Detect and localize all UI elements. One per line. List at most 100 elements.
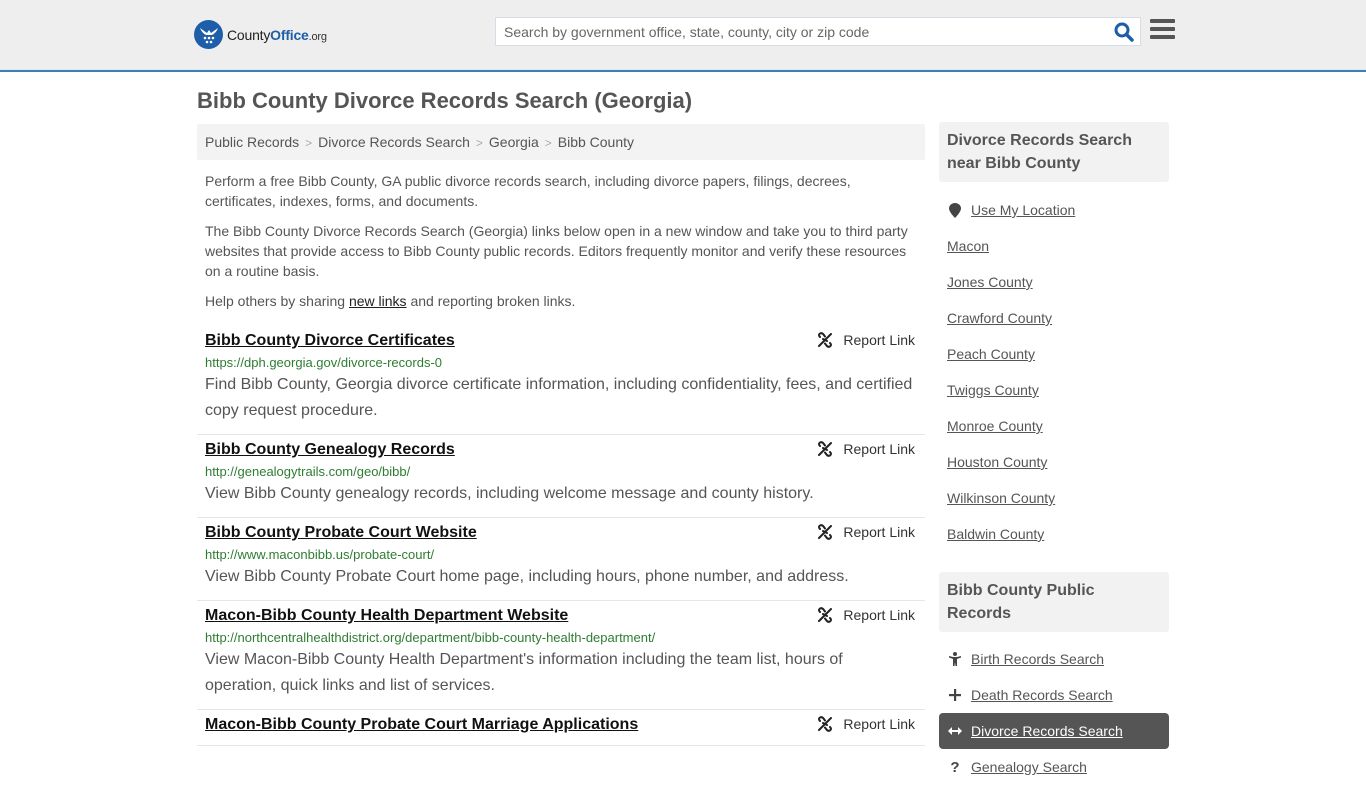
logo-text-office: Office [270, 26, 309, 43]
sidebar-item-birth-records[interactable]: Birth Records Search [939, 641, 1169, 677]
intro-paragraph: The Bibb County Divorce Records Search (… [205, 223, 908, 279]
breadcrumb-public-records[interactable]: Public Records [205, 134, 299, 150]
report-link-label: Report Link [843, 332, 915, 348]
site-logo[interactable]: CountyOffice.org [194, 20, 327, 49]
help-text-before: Help others by sharing [205, 293, 349, 309]
new-links-link[interactable]: new links [349, 293, 407, 309]
report-link-button[interactable]: Report Link [817, 607, 915, 623]
report-link-label: Report Link [843, 441, 915, 457]
result-description: Find Bibb County, Georgia divorce certif… [205, 376, 913, 419]
report-link-label: Report Link [843, 607, 915, 623]
nearby-link-baldwin-county[interactable]: Baldwin County [947, 526, 1044, 542]
result-item: Bibb County Genealogy Records Report Lin… [197, 435, 925, 518]
nearby-item: Twiggs County [939, 372, 1169, 408]
search-button[interactable] [1114, 22, 1134, 42]
hamburger-menu-icon[interactable] [1150, 19, 1175, 41]
result-title-link[interactable]: Bibb County Divorce Certificates [205, 331, 455, 351]
result-title-link[interactable]: Bibb County Probate Court Website [205, 523, 477, 543]
nearby-link-macon[interactable]: Macon [947, 238, 989, 254]
report-link-button[interactable]: Report Link [817, 441, 915, 457]
sidebar-public-records-heading: Bibb County Public Records [939, 572, 1169, 632]
eagle-logo-icon [194, 20, 223, 49]
use-my-location-link[interactable]: Use My Location [971, 202, 1075, 218]
broken-link-icon [818, 524, 833, 540]
result-item: Macon-Bibb County Health Department Webs… [197, 601, 925, 710]
nearby-link-twiggs-county[interactable]: Twiggs County [947, 382, 1039, 398]
result-item: Macon-Bibb County Probate Court Marriage… [197, 710, 925, 746]
report-link-button[interactable]: Report Link [817, 716, 915, 732]
search-bar [495, 17, 1141, 46]
nearby-item: Baldwin County [939, 516, 1169, 552]
breadcrumb-separator-icon: > [305, 136, 313, 150]
nearby-item: Crawford County [939, 300, 1169, 336]
report-link-button[interactable]: Report Link [817, 332, 915, 348]
child-icon [947, 652, 963, 666]
broken-link-icon [818, 332, 833, 348]
result-description: View Bibb County Probate Court home page… [205, 568, 849, 585]
intro-paragraph: Perform a free Bibb County, GA public di… [205, 173, 851, 209]
result-url[interactable]: https://dph.georgia.gov/divorce-records-… [205, 355, 917, 371]
result-url[interactable]: http://www.maconbibb.us/probate-court/ [205, 547, 917, 563]
site-header: CountyOffice.org [0, 0, 1366, 72]
sidebar-nearby: Divorce Records Search near Bibb County … [939, 122, 1169, 552]
question-icon: ? [950, 758, 960, 776]
results-list: Bibb County Divorce Certificates Report … [197, 326, 925, 746]
cross-icon [947, 689, 963, 701]
nearby-link-houston-county[interactable]: Houston County [947, 454, 1047, 470]
result-description: View Macon-Bibb County Health Department… [205, 651, 843, 694]
breadcrumb-divorce-records-search[interactable]: Divorce Records Search [318, 134, 470, 150]
broken-link-icon [818, 441, 833, 457]
search-input[interactable] [496, 18, 1096, 45]
nearby-link-peach-county[interactable]: Peach County [947, 346, 1035, 362]
broken-link-icon [818, 716, 833, 732]
sidebar-item-genealogy[interactable]: ? Genealogy Search [939, 749, 1169, 785]
map-pin-icon [947, 202, 963, 218]
report-link-label: Report Link [843, 524, 915, 540]
nearby-link-jones-county[interactable]: Jones County [947, 274, 1033, 290]
result-title-link[interactable]: Macon-Bibb County Health Department Webs… [205, 606, 568, 626]
broken-link-icon [818, 607, 833, 623]
help-text: Help others by sharing new links and rep… [205, 291, 917, 311]
nearby-link-wilkinson-county[interactable]: Wilkinson County [947, 490, 1055, 506]
result-url[interactable]: http://genealogytrails.com/geo/bibb/ [205, 464, 917, 480]
help-text-after: and reporting broken links. [406, 293, 576, 309]
arrows-horizontal-icon [947, 726, 963, 736]
nearby-item: Wilkinson County [939, 480, 1169, 516]
nearby-item: Macon [939, 228, 1169, 264]
result-title-link[interactable]: Bibb County Genealogy Records [205, 440, 455, 460]
breadcrumb-bibb-county[interactable]: Bibb County [558, 134, 634, 150]
public-records-list: Birth Records Search Death Records Searc… [939, 641, 1169, 785]
divorce-records-link[interactable]: Divorce Records Search [971, 723, 1123, 739]
nearby-link-crawford-county[interactable]: Crawford County [947, 310, 1052, 326]
result-title-link[interactable]: Macon-Bibb County Probate Court Marriage… [205, 715, 638, 735]
intro-text: Perform a free Bibb County, GA public di… [205, 171, 917, 321]
sidebar-item-death-records[interactable]: Death Records Search [939, 677, 1169, 713]
sidebar-public-records: Bibb County Public Records Birth Records… [939, 572, 1169, 785]
nearby-list: Use My Location Macon Jones County Crawf… [939, 192, 1169, 552]
nearby-item: Monroe County [939, 408, 1169, 444]
result-description: View Bibb County genealogy records, incl… [205, 485, 814, 502]
breadcrumb: Public Records > Divorce Records Search > Ge… [197, 124, 925, 160]
sidebar-item-divorce-records[interactable]: Divorce Records Search [939, 713, 1169, 749]
nearby-item: Jones County [939, 264, 1169, 300]
use-my-location-item: Use My Location [939, 192, 1169, 228]
logo-wordmark: CountyOffice.org [227, 27, 327, 43]
result-url[interactable]: http://northcentralhealthdistrict.org/de… [205, 630, 917, 646]
logo-text-org: .org [308, 30, 327, 43]
death-records-link[interactable]: Death Records Search [971, 687, 1113, 703]
nearby-item: Peach County [939, 336, 1169, 372]
genealogy-search-link[interactable]: Genealogy Search [971, 759, 1087, 775]
search-icon [1114, 22, 1134, 42]
report-link-button[interactable]: Report Link [817, 524, 915, 540]
breadcrumb-separator-icon: > [475, 136, 483, 150]
nearby-link-monroe-county[interactable]: Monroe County [947, 418, 1043, 434]
sidebar-nearby-heading: Divorce Records Search near Bibb County [939, 122, 1169, 182]
breadcrumb-separator-icon: > [544, 136, 552, 150]
page-title: Bibb County Divorce Records Search (Geor… [197, 88, 693, 113]
result-item: Bibb County Probate Court Website Report… [197, 518, 925, 601]
result-item: Bibb County Divorce Certificates Report … [197, 326, 925, 435]
logo-text-county: County [227, 26, 271, 43]
breadcrumb-georgia[interactable]: Georgia [489, 134, 539, 150]
birth-records-link[interactable]: Birth Records Search [971, 651, 1104, 667]
nearby-item: Houston County [939, 444, 1169, 480]
